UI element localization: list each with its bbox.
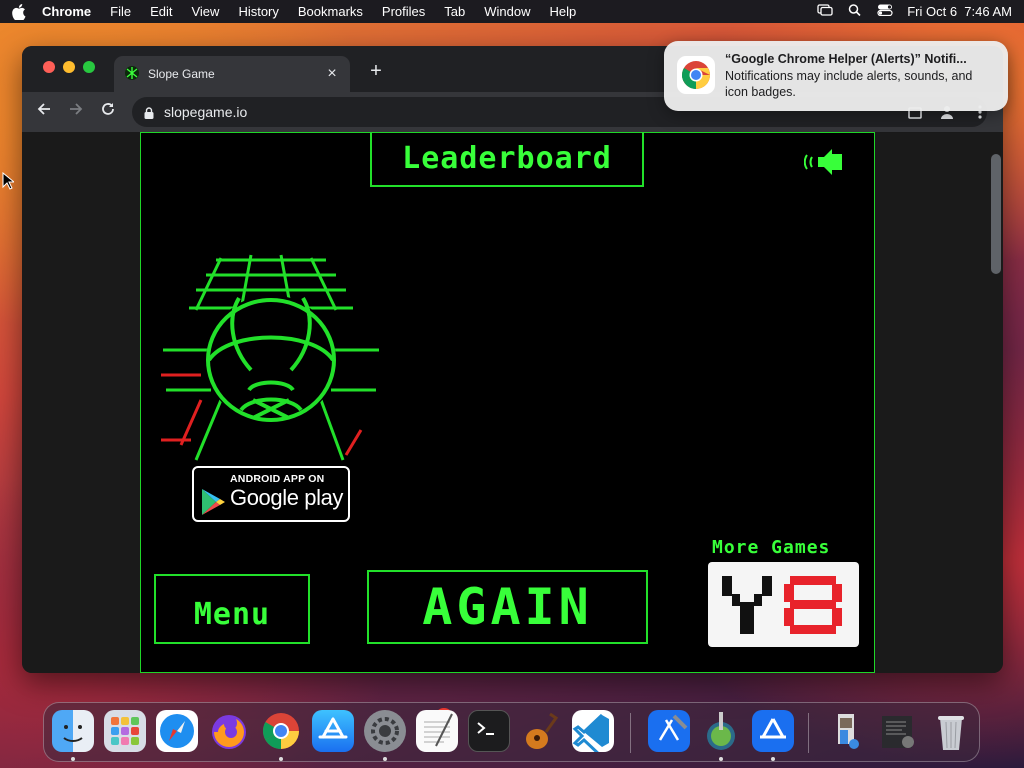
forward-icon[interactable] <box>66 101 86 122</box>
menu-file[interactable]: File <box>110 4 131 19</box>
menu-window[interactable]: Window <box>484 4 530 19</box>
dock-separator <box>630 713 631 753</box>
chrome-dock-icon[interactable] <box>260 710 302 752</box>
new-tab-icon[interactable]: + <box>366 60 386 83</box>
notification-title: “Google Chrome Helper (Alerts)” Notifi..… <box>725 52 967 66</box>
textedit-icon[interactable] <box>416 710 458 752</box>
notification-message: Notifications may include alerts, sounds… <box>725 69 973 99</box>
sound-on-icon[interactable] <box>803 145 844 179</box>
tab-close-icon[interactable]: × <box>324 65 340 83</box>
trash-icon[interactable] <box>930 710 972 752</box>
xcode-icon[interactable] <box>648 710 690 752</box>
google-play-line2: Google play <box>230 485 344 510</box>
terminal-icon[interactable] <box>468 710 510 752</box>
more-games-label: More Games <box>712 537 831 558</box>
close-window-button[interactable] <box>43 61 55 73</box>
safari-icon[interactable] <box>156 710 198 752</box>
menu-tab[interactable]: Tab <box>444 4 465 19</box>
page-scrollbar[interactable] <box>991 154 1001 274</box>
mouse-pointer-icon <box>2 171 16 190</box>
spotlight-search-icon[interactable] <box>847 4 863 19</box>
menu-app-name[interactable]: Chrome <box>42 4 91 19</box>
dock: 2 <box>43 702 980 762</box>
minimize-window-button[interactable] <box>63 61 75 73</box>
reload-icon[interactable] <box>98 101 118 122</box>
vscode-icon[interactable] <box>572 710 614 759</box>
documents-stack-icon[interactable] <box>878 710 920 752</box>
chrome-running-dot <box>279 757 283 761</box>
google-play-line1: ANDROID APP ON <box>230 473 325 485</box>
settings-running-dot <box>383 757 387 761</box>
instruments-running-dot <box>719 757 723 761</box>
instruments-icon[interactable] <box>700 710 742 752</box>
slope-favicon-icon <box>124 65 140 84</box>
garageband-icon[interactable] <box>520 710 562 752</box>
simulator-icon[interactable] <box>752 710 794 752</box>
tab-slope-game[interactable]: Slope Game × <box>114 56 350 92</box>
again-button[interactable]: AGAIN <box>367 570 648 644</box>
leaderboard-button[interactable]: Leaderboard <box>370 132 644 187</box>
url-text[interactable]: slopegame.io <box>164 104 247 120</box>
simulator-running-dot <box>771 757 775 761</box>
menu-history[interactable]: History <box>238 4 278 19</box>
launchpad-icon[interactable] <box>104 710 146 752</box>
app-store-icon[interactable] <box>312 710 354 752</box>
slope-game-canvas[interactable]: Leaderboard ANDROID APP ON Google play M… <box>140 132 875 673</box>
back-icon[interactable] <box>34 101 54 122</box>
apple-menu-icon[interactable] <box>12 3 26 20</box>
slope-logo-icon <box>161 250 381 470</box>
y8-more-games-button[interactable] <box>708 562 859 647</box>
google-play-badge[interactable]: ANDROID APP ON Google play <box>192 466 350 522</box>
notification-banner[interactable]: “Google Chrome Helper (Alerts)” Notifi..… <box>664 41 1008 111</box>
lock-icon[interactable] <box>144 106 154 119</box>
dock-separator-2 <box>808 713 809 753</box>
screen-mirroring-icon[interactable] <box>817 4 833 19</box>
chrome-icon <box>677 56 715 94</box>
system-settings-icon[interactable] <box>364 710 406 752</box>
menu-edit[interactable]: Edit <box>150 4 172 19</box>
browser-window: Slope Game × + slopegame.io Leaderboard … <box>22 46 1003 673</box>
menu-help[interactable]: Help <box>550 4 577 19</box>
finder-icon[interactable] <box>52 710 94 752</box>
y8-logo-icon <box>722 576 846 634</box>
control-center-icon[interactable] <box>877 4 893 19</box>
menu-bar: Chrome File Edit View History Bookmarks … <box>0 0 1024 23</box>
zoom-window-button[interactable] <box>83 61 95 73</box>
page-viewport: Leaderboard ANDROID APP ON Google play M… <box>22 132 1003 673</box>
menu-clock[interactable]: Fri Oct 6 7:46 AM <box>907 4 1012 19</box>
menu-bookmarks[interactable]: Bookmarks <box>298 4 363 19</box>
tab-title: Slope Game <box>148 67 215 81</box>
downloads-stack-icon[interactable] <box>826 710 868 752</box>
google-play-icon <box>200 488 226 516</box>
firefox-icon[interactable] <box>208 710 250 752</box>
menu-view[interactable]: View <box>191 4 219 19</box>
finder-running-dot <box>71 757 75 761</box>
menu-profiles[interactable]: Profiles <box>382 4 425 19</box>
menu-button[interactable]: Menu <box>154 574 310 644</box>
